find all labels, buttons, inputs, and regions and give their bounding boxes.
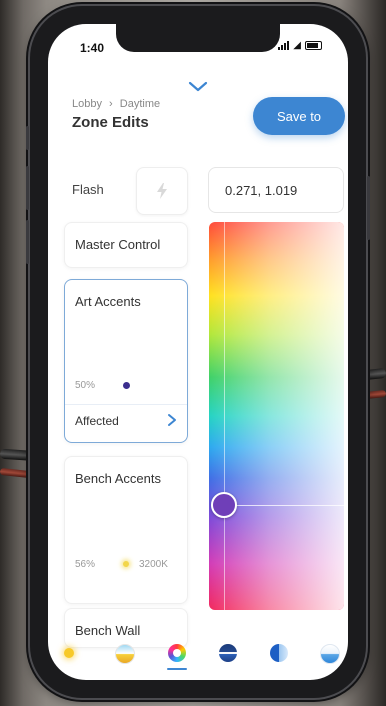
active-tab-indicator [167, 668, 187, 670]
horizon-scene-icon[interactable] [219, 644, 237, 662]
picker-guide-horizontal [224, 505, 344, 507]
zone-color-swatch [123, 382, 130, 389]
zone-name: Bench Accents [75, 471, 161, 486]
breadcrumb-parent[interactable]: Lobby [72, 98, 102, 110]
flash-button[interactable] [136, 167, 188, 215]
color-picker-handle[interactable] [210, 492, 237, 519]
zone-level: 50% [75, 380, 96, 391]
color-wheel-icon[interactable] [168, 644, 186, 662]
zone-color-temperature: 3200K [139, 559, 168, 570]
breadcrumb-separator: › [109, 98, 113, 110]
lightning-icon [157, 183, 167, 199]
zone-level: 56% [75, 559, 96, 570]
tab-bar [48, 634, 348, 674]
notch [116, 24, 280, 52]
page-title: Zone Edits [72, 114, 149, 131]
breadcrumb-current: Daytime [119, 98, 161, 110]
water-scene-icon[interactable] [320, 644, 340, 664]
flash-label: Flash [72, 182, 104, 197]
zone-name: Master Control [75, 237, 161, 252]
sunrise-scene-icon[interactable] [115, 644, 135, 664]
saturation-gradient [209, 222, 344, 610]
phone-frame: 1:40 ◢ Lobby › Daytime Zone Edits Save t… [26, 6, 370, 698]
zone-name: Art Accents [75, 294, 141, 309]
divider [65, 404, 187, 405]
coordinates-field[interactable]: 0.271, 1.019 [208, 167, 344, 213]
breadcrumb: Lobby › Daytime [72, 98, 160, 110]
zone-card-master-control[interactable]: Master Control [64, 222, 188, 268]
warm-light-icon[interactable] [64, 648, 74, 658]
app-screen: 1:40 ◢ Lobby › Daytime Zone Edits Save t… [48, 24, 348, 680]
zone-card-bench-accents[interactable]: Bench Accents 56% 3200K [64, 456, 188, 604]
picker-guide-vertical [224, 222, 225, 610]
zone-card-art-accents[interactable]: Art Accents 50% Affected [64, 279, 188, 443]
battery-icon [305, 41, 322, 50]
affected-label[interactable]: Affected [75, 414, 119, 428]
chevron-right-icon[interactable] [167, 413, 177, 427]
save-button[interactable]: Save to [253, 97, 345, 135]
status-icons: ◢ [278, 40, 322, 51]
half-circle-icon[interactable] [270, 644, 288, 662]
status-time: 1:40 [80, 41, 105, 55]
signal-icon [278, 41, 290, 50]
chevron-down-icon[interactable] [186, 80, 210, 94]
color-picker[interactable] [209, 222, 344, 610]
warm-light-icon [123, 561, 129, 567]
wifi-icon: ◢ [293, 40, 301, 51]
